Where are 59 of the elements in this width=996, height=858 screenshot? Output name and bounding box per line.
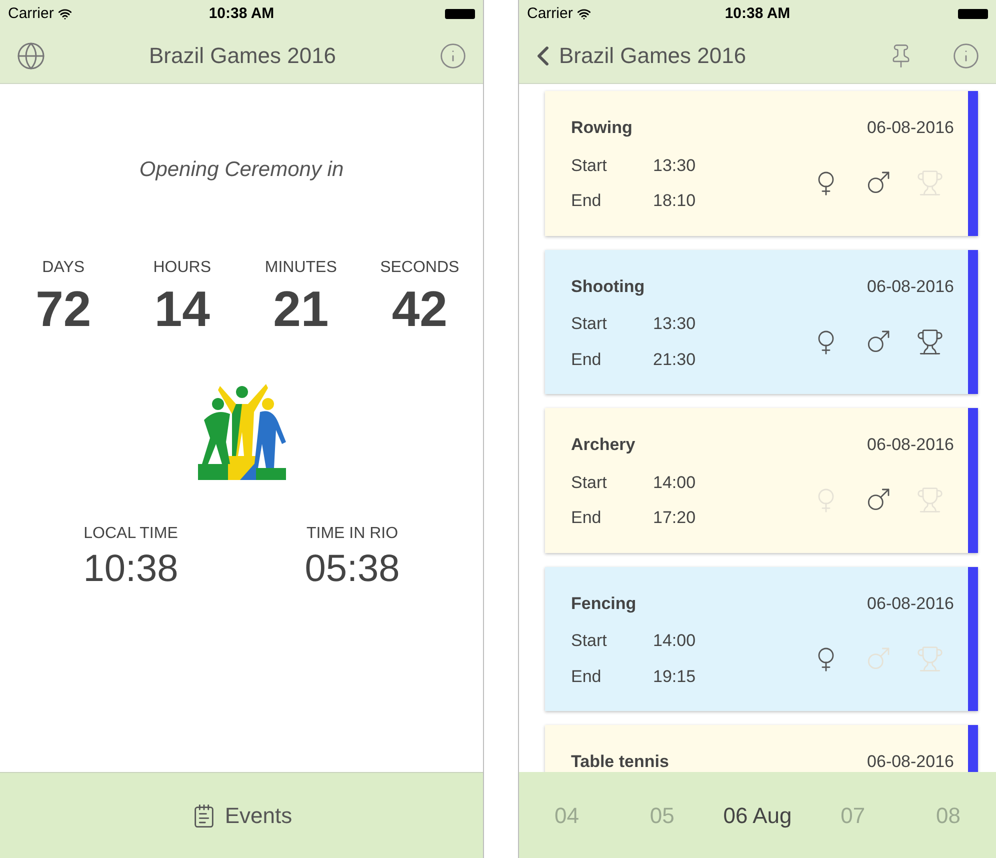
back-button[interactable]: Brazil Games 2016 (527, 39, 746, 72)
event-name: Fencing (571, 592, 636, 615)
carrier-label: Carrier (527, 4, 573, 24)
wifi-icon (576, 7, 591, 21)
end-label: End (571, 190, 602, 212)
unit-value: 21 (273, 284, 329, 334)
start-label: Start (571, 313, 608, 335)
battery-icon (958, 9, 988, 19)
start-label: Start (571, 472, 608, 494)
end-label: End (571, 348, 602, 370)
day-tab[interactable]: 06 Aug (710, 798, 806, 832)
nav-title: Brazil Games 2016 (148, 42, 336, 70)
globe-button[interactable] (16, 40, 46, 70)
status-time: 10:38 AM (208, 4, 274, 24)
event-date: 06-08-2016 (867, 751, 954, 772)
end-time: 17:20 (653, 507, 696, 529)
clock-value: 05:38 (304, 546, 400, 592)
event-card[interactable]: Table tennis 06-08-2016 (545, 725, 978, 772)
unit-value: 42 (392, 284, 448, 334)
clock-label: LOCAL TIME (84, 524, 178, 544)
unit-label: SECONDS (380, 258, 460, 278)
end-time: 18:10 (653, 190, 696, 212)
event-card[interactable]: Fencing 06-08-2016 Start 14:00 End 19:15 (545, 566, 978, 711)
start-label: Start (571, 630, 608, 652)
unit-label: MINUTES (264, 258, 337, 278)
unit-label: HOURS (153, 258, 212, 278)
info-button[interactable] (439, 42, 467, 70)
unit-label: DAYS (42, 258, 85, 278)
event-name: Table tennis (571, 751, 669, 772)
events-tab[interactable]: Events (190, 799, 292, 832)
event-date: 06-08-2016 (867, 117, 954, 139)
info-button[interactable] (952, 42, 980, 70)
end-label: End (571, 666, 602, 688)
unit-value: 72 (36, 284, 92, 334)
unit-value: 14 (154, 284, 210, 334)
event-date: 06-08-2016 (867, 592, 954, 614)
start-time: 13:30 (653, 313, 696, 335)
event-name: Archery (571, 434, 636, 456)
event-name: Rowing (571, 117, 632, 139)
countdown-caption: Opening Ceremony in (139, 157, 344, 183)
end-time: 19:15 (653, 666, 696, 688)
event-name: Shooting (571, 276, 645, 298)
end-time: 21:30 (653, 348, 696, 370)
start-time: 13:30 (653, 154, 696, 176)
start-time: 14:00 (653, 472, 696, 494)
event-date: 06-08-2016 (867, 276, 954, 298)
clock-value: 10:38 (83, 546, 178, 592)
battery-icon (445, 9, 475, 19)
wifi-icon (58, 7, 72, 21)
carrier-label: Carrier (8, 4, 54, 24)
end-label: End (571, 507, 602, 529)
event-date: 06-08-2016 (867, 434, 954, 456)
start-label: Start (571, 154, 608, 176)
status-time: 10:38 AM (724, 4, 790, 24)
event-card[interactable]: Rowing 06-08-2016 Start 13:30 End 18:10 (545, 91, 978, 236)
start-time: 14:00 (653, 630, 696, 652)
event-card[interactable]: Shooting 06-08-2016 Start 13:30 End 21:30 (545, 250, 978, 394)
clock-label: TIME IN RIO (306, 524, 398, 544)
event-card[interactable]: Archery 06-08-2016 Start 14:00 End 17:20 (545, 408, 978, 552)
